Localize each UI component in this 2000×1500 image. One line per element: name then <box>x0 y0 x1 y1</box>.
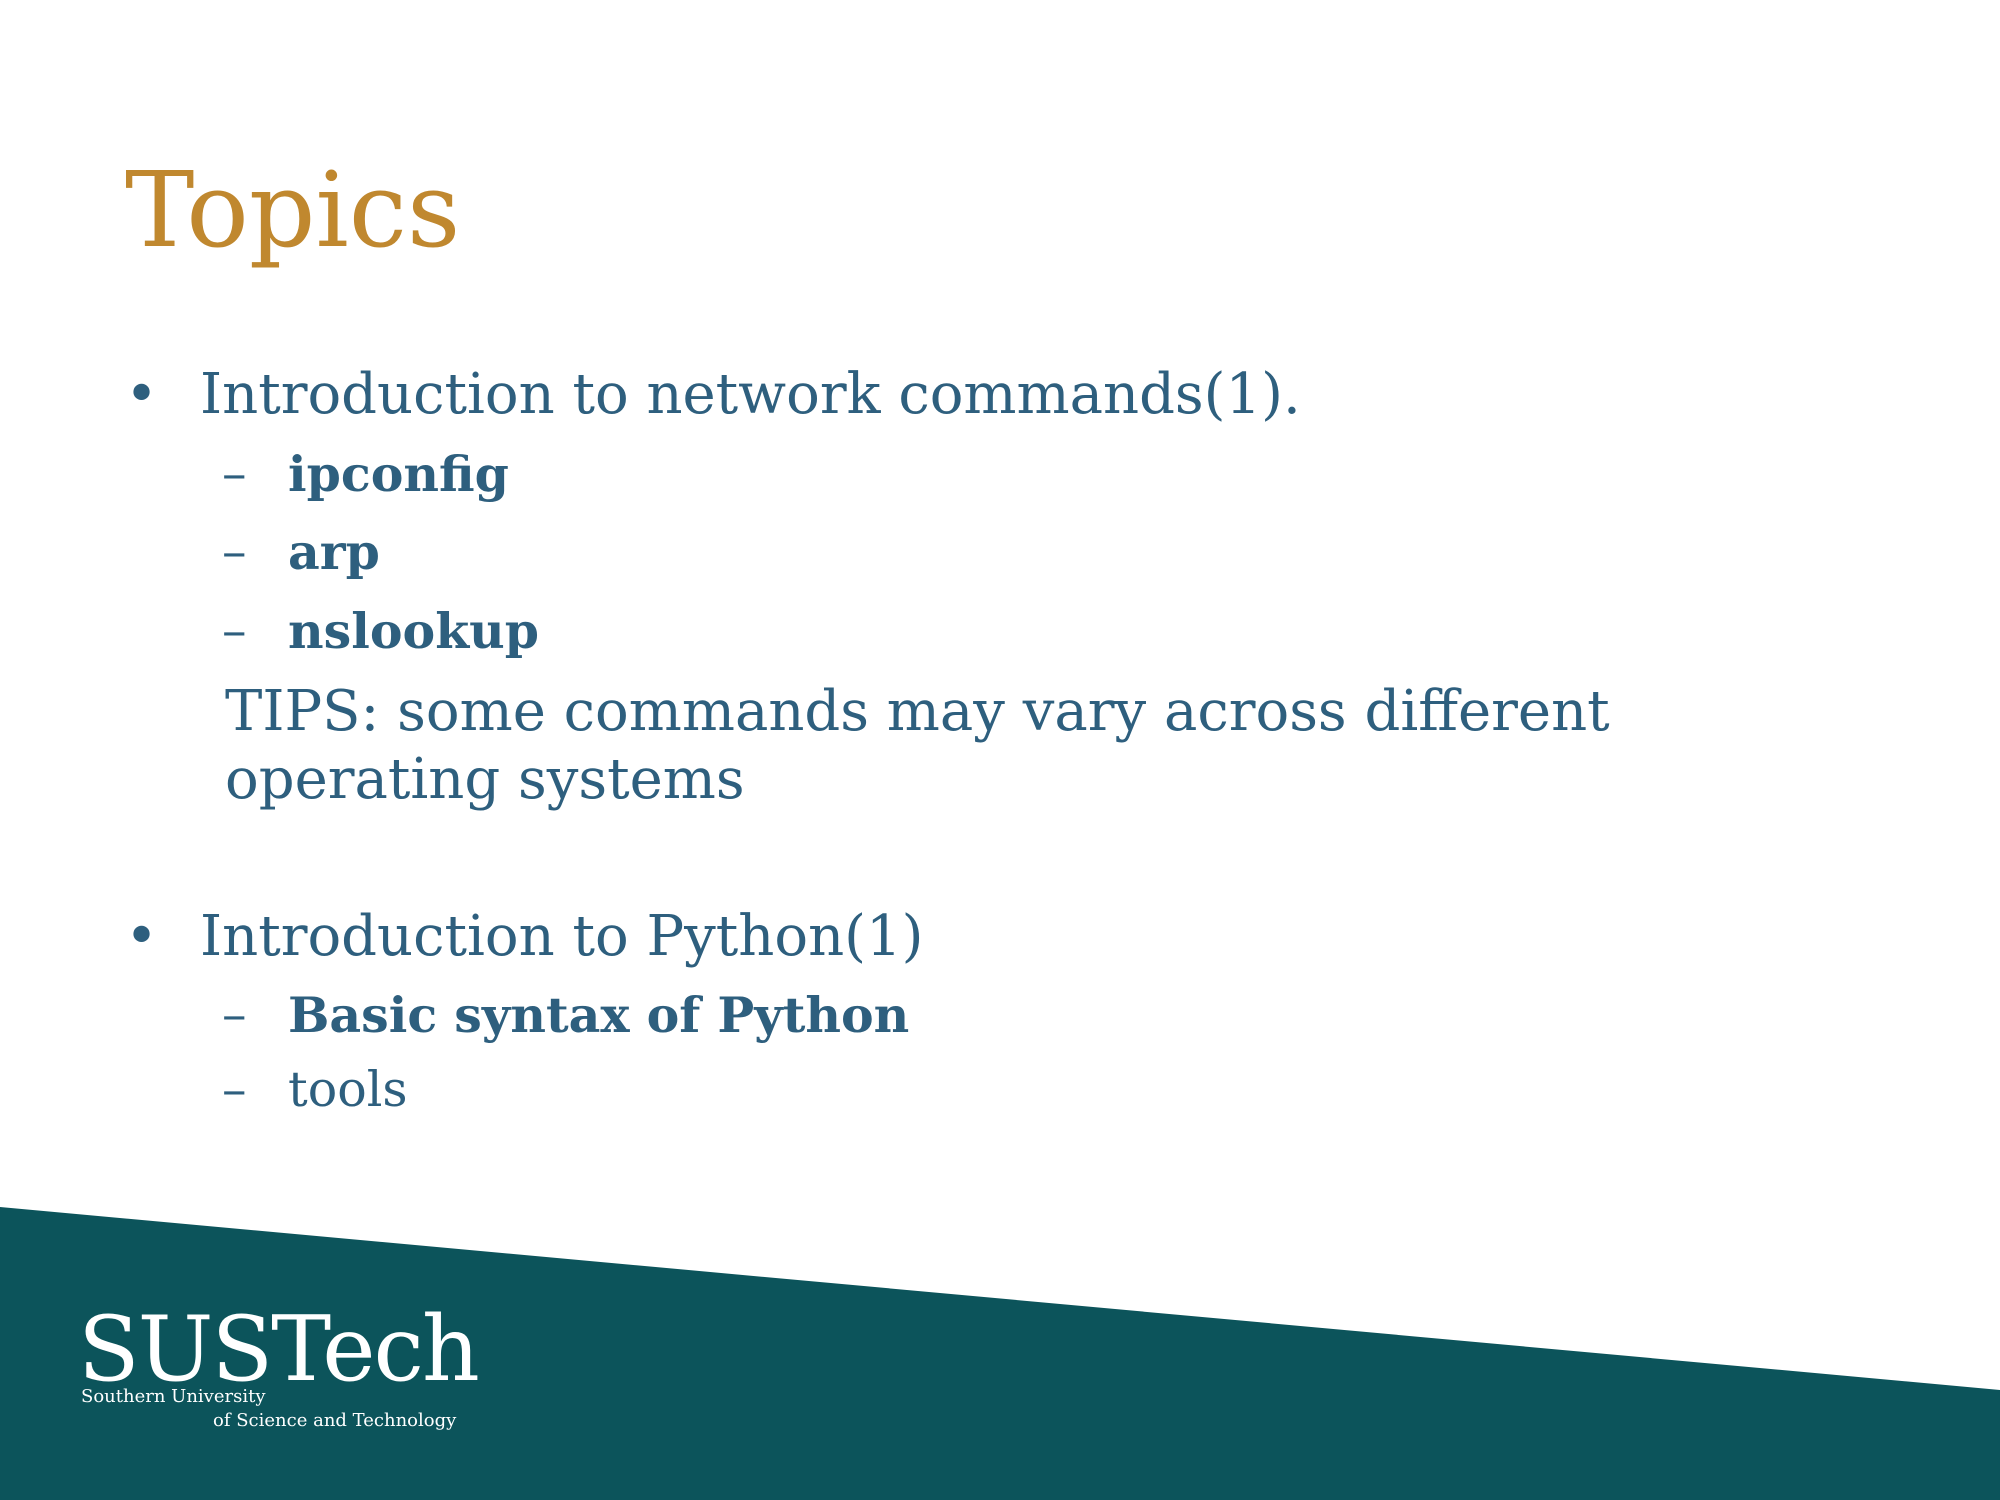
dash-marker: – <box>222 445 247 502</box>
subitem-basic-syntax: Basic syntax of Python <box>288 986 910 1044</box>
bullet-marker: • <box>125 362 159 427</box>
bullet-network-commands: Introduction to network commands(1). <box>200 362 1301 427</box>
logo-subtitle-line2: of Science and Technology <box>213 1410 457 1431</box>
tips-note: TIPS: some commands may vary across diff… <box>225 679 1610 812</box>
subitem-arp: arp <box>288 523 380 581</box>
subitem-nslookup: nslookup <box>288 602 540 660</box>
bullet-python: Introduction to Python(1) <box>200 904 924 969</box>
dash-marker: – <box>222 602 247 659</box>
dash-marker: – <box>222 523 247 580</box>
logo-subtitle-line1: Southern University <box>81 1386 266 1407</box>
subitem-ipconfig: ipconfig <box>288 445 509 503</box>
logo-wordmark: SUSTech <box>78 1297 480 1402</box>
dash-marker: – <box>222 986 247 1043</box>
dash-marker: – <box>222 1061 247 1118</box>
slide: Topics • Introduction to network command… <box>0 0 2000 1500</box>
sustech-logo: SUSTech Southern University of Science a… <box>78 1300 498 1440</box>
subitem-tools: tools <box>288 1061 408 1118</box>
bullet-marker: • <box>125 904 159 969</box>
slide-title: Topics <box>125 149 461 271</box>
